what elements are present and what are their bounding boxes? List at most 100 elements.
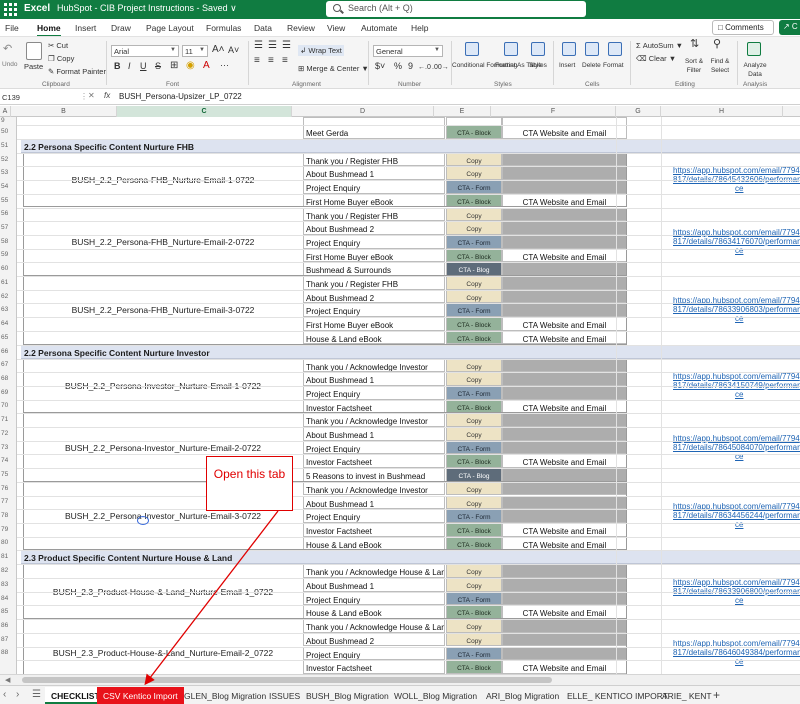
- cell-e-type[interactable]: CTA - Block: [446, 330, 502, 345]
- cell-e-type[interactable]: CTA - Block: [446, 660, 502, 674]
- row-header[interactable]: 60: [0, 265, 16, 272]
- hubspot-link-line[interactable]: https://app.hubspot.com/email/7794: [673, 166, 800, 175]
- hubspot-link-line[interactable]: ce: [673, 184, 800, 193]
- column-header-a[interactable]: A: [0, 106, 11, 117]
- cell-f-empty[interactable]: [502, 221, 627, 235]
- row-header[interactable]: 68: [0, 375, 16, 382]
- autosum-button[interactable]: Σ AutoSum ▼: [636, 41, 683, 50]
- hubspot-link[interactable]: https://app.hubspot.com/email/7794817/de…: [673, 502, 800, 529]
- cell-f[interactable]: CTA Website and Email: [502, 317, 627, 331]
- fill-color-icon[interactable]: ◉: [186, 61, 195, 71]
- cell-f[interactable]: CTA Website and Email: [502, 193, 627, 208]
- tab-formulas[interactable]: Formulas: [206, 23, 241, 33]
- cell-f-empty[interactable]: [502, 152, 627, 167]
- row-header[interactable]: 54: [0, 183, 16, 190]
- row-header[interactable]: 83: [0, 581, 16, 588]
- cell-f-empty[interactable]: [502, 495, 627, 510]
- section-header[interactable]: 2.3 Product Specific Content Nurture Hou…: [21, 550, 800, 565]
- align-center-icon[interactable]: ≡: [268, 56, 274, 66]
- cell-e-type[interactable]: CTA - Form: [446, 591, 502, 606]
- cell-e-type[interactable]: Copy: [446, 619, 502, 633]
- row-header[interactable]: 50: [0, 128, 16, 135]
- cell-d[interactable]: Project Enquiry: [303, 440, 445, 455]
- row-header[interactable]: 75: [0, 471, 16, 478]
- sort-filter-button[interactable]: Sort & Filter: [681, 57, 707, 75]
- sheet-tab-glen-blog-migration[interactable]: GLEN_Blog Migration: [178, 687, 272, 704]
- row-header[interactable]: 62: [0, 293, 16, 300]
- email-name[interactable]: BUSH_2.2_Persona-Investor_Nurture-Email-…: [23, 511, 303, 521]
- hubspot-link-line[interactable]: ce: [673, 452, 800, 461]
- cell-d[interactable]: Investor Factsheet: [303, 522, 445, 537]
- sheet-tab-arie-kentico[interactable]: ARIE_ KENTICO: [656, 687, 712, 704]
- cell-f-empty[interactable]: [502, 234, 627, 249]
- section-header[interactable]: 2.2 Persona Specific Content Nurture FHB: [21, 138, 800, 153]
- align-right-icon[interactable]: ≡: [282, 56, 288, 66]
- format-as-table-icon[interactable]: [504, 42, 518, 56]
- cell-e-type[interactable]: Copy: [446, 632, 502, 647]
- comments-button[interactable]: □ Comments: [712, 20, 774, 35]
- row-header[interactable]: 86: [0, 622, 16, 629]
- hubspot-link-line[interactable]: https://app.hubspot.com/email/7794: [673, 578, 800, 587]
- cell-f[interactable]: CTA Website and Email: [502, 605, 627, 620]
- cell-d[interactable]: Project Enquiry: [303, 385, 445, 400]
- row-header[interactable]: 63: [0, 306, 16, 313]
- all-sheets-icon[interactable]: ☰: [32, 689, 41, 700]
- cell-d[interactable]: Bushmead & Surrounds: [303, 262, 445, 276]
- cell-e-type[interactable]: Copy: [446, 289, 502, 304]
- cell-e-type[interactable]: Copy: [446, 413, 502, 427]
- column-header-e[interactable]: E: [434, 106, 491, 117]
- row-header[interactable]: 76: [0, 485, 16, 492]
- cell-f-empty[interactable]: [502, 303, 627, 318]
- tab-review[interactable]: Review: [287, 23, 315, 33]
- cell-d[interactable]: 5 Reasons to invest in Bushmead: [303, 468, 445, 482]
- hubspot-link[interactable]: https://app.hubspot.com/email/7794817/de…: [673, 639, 800, 666]
- document-title[interactable]: HubSpot - CIB Project Instructions - Sav…: [57, 3, 237, 14]
- email-name[interactable]: BUSH_2.2_Persona-FHB_Nurture-Email-3-072…: [23, 305, 303, 315]
- row-header[interactable]: 82: [0, 567, 16, 574]
- column-header-c[interactable]: C: [117, 106, 292, 117]
- cell-d[interactable]: Project Enquiry: [303, 234, 445, 249]
- cell-e-type[interactable]: Copy: [446, 276, 502, 290]
- currency-icon[interactable]: $˅: [375, 62, 385, 71]
- styles-button[interactable]: Styles: [526, 61, 550, 70]
- cell-d[interactable]: About Bushmead 1: [303, 166, 445, 181]
- hubspot-link-line[interactable]: ce: [673, 314, 800, 323]
- align-top-icon[interactable]: ☰: [254, 41, 263, 51]
- cell-f-empty[interactable]: [502, 564, 627, 578]
- row-header[interactable]: 66: [0, 348, 16, 355]
- cell-f-empty[interactable]: [502, 166, 627, 181]
- number-format-select[interactable]: General ▼: [373, 45, 443, 57]
- cell-d[interactable]: Investor Factsheet: [303, 399, 445, 414]
- row-header[interactable]: 51: [0, 142, 16, 149]
- hubspot-link-line[interactable]: 817/details/78645084070/performan: [673, 443, 800, 452]
- percent-icon[interactable]: %: [394, 62, 402, 71]
- column-header-g[interactable]: G: [616, 106, 661, 117]
- delete-cells-icon[interactable]: [585, 42, 599, 56]
- row-header[interactable]: 87: [0, 636, 16, 643]
- cell-e-type[interactable]: CTA - Form: [446, 509, 502, 523]
- cell-e-type[interactable]: Copy: [446, 495, 502, 510]
- cell-d[interactable]: House & Land eBook: [303, 605, 445, 620]
- cell-e-type[interactable]: CTA - Form: [446, 440, 502, 455]
- cell-f-empty[interactable]: [502, 619, 627, 633]
- row-header[interactable]: 71: [0, 416, 16, 423]
- tab-data[interactable]: Data: [254, 23, 272, 33]
- email-name[interactable]: BUSH_2.3_Product-House-&-Land_Nurture-Em…: [23, 648, 303, 658]
- sheet-tab-csv-kentico-import[interactable]: CSV Kentico Import: [97, 687, 184, 704]
- cell-f-empty[interactable]: [502, 632, 627, 647]
- row-header[interactable]: 55: [0, 197, 16, 204]
- hubspot-link-line[interactable]: 817/details/78634176070/performan: [673, 237, 800, 246]
- borders-icon[interactable]: ⊞: [170, 61, 178, 71]
- cell-d[interactable]: Thank you / Acknowledge House & Land: [303, 619, 445, 633]
- cell-d[interactable]: House & Land eBook: [303, 536, 445, 551]
- sheet-tab-bush-blog-migration[interactable]: BUSH_Blog Migration: [300, 687, 395, 704]
- app-launcher-icon[interactable]: [4, 3, 17, 16]
- wrap-text-button[interactable]: ↲ Wrap Text: [298, 45, 344, 56]
- cell-f-empty[interactable]: [502, 646, 627, 661]
- hubspot-link-line[interactable]: 817/details/78646049384/performan: [673, 648, 800, 657]
- row-header[interactable]: 77: [0, 498, 16, 505]
- row-header[interactable]: 59: [0, 251, 16, 258]
- hubspot-link-line[interactable]: 817/details/78633906803/performan: [673, 305, 800, 314]
- clear-button[interactable]: ⌫ Clear ▼: [636, 54, 676, 63]
- cell-e-type[interactable]: CTA - Blog: [446, 262, 502, 276]
